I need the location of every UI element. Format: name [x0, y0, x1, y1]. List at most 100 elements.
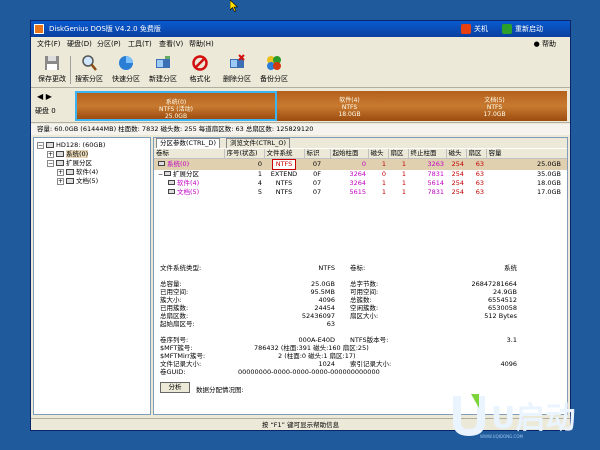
table-row[interactable]: − 扩展分区 1 EXTEND 0F 3264 0 1 7831 254 63 3… [154, 170, 567, 179]
cell-capacity: 17.0GB [537, 188, 561, 196]
title-bar: DiskGenius DOS版 V4.2.0 免费版 关机 重新启动 [31, 21, 570, 37]
detail-key: 空闲簇数: [350, 304, 379, 312]
cell-capacity: 35.0GB [537, 170, 561, 178]
partition-bar-system[interactable]: 系统(0) NTFS (活动) 25.0GB [75, 91, 277, 121]
cell-start-cyl: 5615 [349, 188, 366, 196]
detail-key: 已用簇数: [160, 304, 189, 312]
save-icon [45, 56, 59, 70]
search-partition-button[interactable]: 搜索分区 [71, 54, 107, 86]
col-filesystem[interactable]: 文件系统 [264, 149, 305, 159]
partition-fs: NTFS [341, 104, 358, 111]
detail-value: 26847281664 [471, 280, 518, 288]
partition-detail-pane: 分区参数(CTRL_D) 浏览文件(CTRL_O) 卷标 序号(状态) 文件系统… [153, 137, 568, 415]
detail-row: 已用空间: 95.5MB 可用空间: 24.9GB [154, 288, 567, 296]
quick-partition-button[interactable]: 快速分区 [108, 54, 144, 86]
menu-partition[interactable]: 分区(P) [97, 38, 121, 51]
cell-start-head: 1 [368, 158, 388, 170]
menu-tools[interactable]: 工具(T) [128, 38, 152, 51]
detail-key: 簇大小: [160, 296, 182, 304]
cell-end-head: 254 [446, 158, 466, 170]
col-start-cyl[interactable]: 起始柱面 [330, 149, 369, 159]
menu-disk[interactable]: 硬盘(D) [67, 38, 92, 51]
disk-map-panel: ◀ ▶ 硬盘 0 系统(0) NTFS (活动) 25.0GB 软件(4) NT… [31, 89, 570, 123]
detail-value: 63 [326, 320, 335, 328]
tab-partition-params[interactable]: 分区参数(CTRL_D) [156, 138, 220, 148]
partition-name: 软件(4) [339, 97, 360, 104]
tab-browse-files[interactable]: 浏览文件(CTRL_O) [226, 138, 291, 148]
cell-volume: 软件(4) [177, 179, 200, 187]
shutdown-button[interactable]: 关机 [461, 23, 488, 35]
cell-volume: 文档(5) [177, 188, 200, 196]
detail-row: 已用簇数: 24454 空闲簇数: 6530058 [154, 304, 567, 312]
restart-icon [502, 24, 512, 34]
tree-node-software[interactable]: + 软件(4) [57, 168, 98, 177]
detail-value: 00000000-0000-0000-0000-000000000000 [238, 368, 380, 376]
cell-start-head: 1 [381, 188, 386, 196]
detail-key: 起始扇区号: [160, 320, 195, 328]
tree-expander[interactable]: − [47, 159, 54, 167]
analyze-button[interactable]: 分析 [160, 382, 190, 393]
partition-icon [66, 169, 74, 175]
new-partition-button[interactable]: 新建分区 [145, 54, 181, 86]
col-start-sector[interactable]: 扇区 [388, 149, 409, 159]
detail-value: 786432 (柱面:391 磁头:160 扇区:25) [254, 344, 369, 352]
partition-bar-documents[interactable]: 文档(5) NTFS 17.0GB [422, 91, 567, 121]
cell-capacity: 18.0GB [537, 179, 561, 187]
logo-text: U启动 [491, 401, 575, 436]
detail-key: 总扇区数: [160, 312, 189, 320]
tree-expander[interactable]: + [57, 168, 64, 176]
detail-value: 25.0GB [311, 280, 335, 288]
delete-partition-button[interactable]: 删除分区 [219, 54, 255, 86]
backup-partition-button[interactable]: 备份分区 [256, 54, 292, 86]
cell-start-sector: 1 [401, 179, 406, 187]
col-end-sector[interactable]: 扇区 [466, 149, 487, 159]
tree-node-documents[interactable]: + 文档(5) [57, 177, 98, 186]
detail-value: 4096 [500, 360, 517, 368]
diskgenius-window: DiskGenius DOS版 V4.2.0 免费版 关机 重新启动 文件(F)… [30, 20, 571, 431]
help-button[interactable]: ● 帮助 [534, 38, 556, 51]
tool-label: 保存更改 [38, 75, 66, 83]
menu-help[interactable]: 帮助(H) [189, 38, 214, 51]
col-index[interactable]: 序号(状态) [224, 149, 265, 159]
quick-partition-icon [119, 56, 133, 70]
table-row[interactable]: 文档(5) 5 NTFS 07 5615 1 1 7831 254 63 17.… [154, 188, 567, 197]
col-capacity[interactable]: 容量 [486, 149, 567, 159]
menu-view[interactable]: 查看(V) [159, 38, 183, 51]
partition-name: 系统(0) [165, 99, 187, 106]
cell-id: 0F [313, 170, 321, 178]
disk-nav-arrows[interactable]: ◀ ▶ [37, 92, 52, 101]
detail-value: 24454 [314, 304, 335, 312]
partition-bar-software[interactable]: 软件(4) NTFS 18.0GB [277, 91, 422, 121]
tool-label: 格式化 [189, 75, 211, 83]
table-row[interactable]: 系统(0) 0 NTFS 07 0 1 1 3263 254 63 25.0GB [154, 158, 567, 170]
cell-end-cyl: 3263 [408, 158, 446, 170]
tree-expander[interactable]: + [47, 150, 54, 158]
tree-expander[interactable]: + [57, 177, 64, 185]
restart-button[interactable]: 重新启动 [502, 23, 543, 35]
tree-node-system[interactable]: + 系统(0) [47, 150, 89, 159]
disk-label: 硬盘 0 [35, 107, 56, 115]
col-start-head[interactable]: 磁头 [368, 149, 389, 159]
cell-volume: 系统(0) [167, 160, 190, 168]
cell-index: 4 [257, 179, 262, 187]
window-title: DiskGenius DOS版 V4.2.0 免费版 [49, 25, 161, 33]
cell-end-sector: 63 [475, 170, 484, 178]
cell-index: 5 [257, 188, 262, 196]
table-row[interactable]: 软件(4) 4 NTFS 07 3264 1 1 5614 254 63 18.… [154, 179, 567, 188]
col-end-cyl[interactable]: 终止柱面 [408, 149, 447, 159]
detail-row: 文件系统类型: NTFS 卷标: 系统 [154, 264, 567, 272]
detail-key: 索引记录大小: [350, 360, 392, 368]
detail-key: 总容量: [160, 280, 182, 288]
col-end-head[interactable]: 磁头 [446, 149, 467, 159]
cell-start-sector: 1 [401, 188, 406, 196]
save-changes-button[interactable]: 保存更改 [34, 54, 70, 86]
col-volume[interactable]: 卷标 [154, 149, 225, 159]
partition-fs: NTFS (活动) [159, 106, 193, 113]
tree-expander[interactable]: − [37, 141, 44, 149]
format-button[interactable]: 格式化 [182, 54, 218, 86]
tree-node-extended[interactable]: − 扩展分区 [47, 159, 92, 168]
menu-file[interactable]: 文件(F) [37, 38, 61, 51]
tree-node-disk[interactable]: − HD128: (60GB) [37, 141, 105, 150]
col-id[interactable]: 标识 [304, 149, 331, 159]
detail-value: 2 (柱面:0 磁头:1 扇区:17) [278, 352, 356, 360]
